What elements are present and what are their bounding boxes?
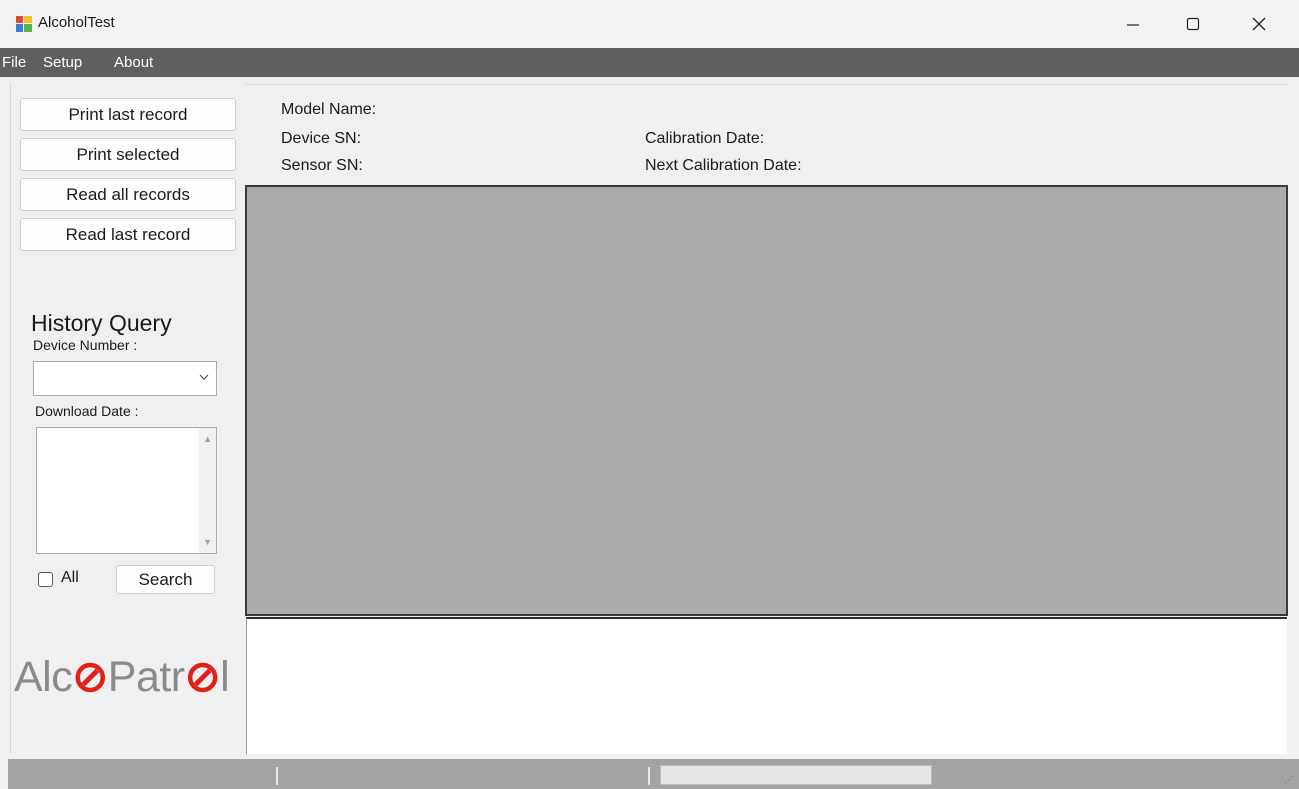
list-scrollbar[interactable]: ▲ ▼ [199,428,216,553]
records-grid[interactable] [245,185,1288,616]
minimize-button[interactable] [1110,0,1156,48]
minimize-icon [1127,24,1139,26]
maximize-icon [1186,17,1200,31]
status-bar: ⋰ [8,759,1299,789]
history-query-title: History Query [31,310,172,336]
all-checkbox[interactable] [38,572,53,587]
print-selected-button[interactable]: Print selected [20,138,236,171]
scroll-up-icon[interactable]: ▲ [203,434,212,444]
menu-file[interactable]: File [2,54,26,71]
menu-setup[interactable]: Setup [43,54,82,71]
download-date-label: Download Date : [35,403,139,419]
model-name-label: Model Name: [281,101,377,118]
alcopatrol-logo: Alc⊘Patr⊘l [14,653,230,701]
menu-bar: File Setup About [0,48,1299,77]
window-title: AlcoholTest [38,14,115,31]
resize-grip-icon[interactable]: ⋰ [1284,775,1294,786]
sensor-sn-label: Sensor SN: [281,157,363,174]
read-all-records-button[interactable]: Read all records [20,178,236,211]
all-checkbox-label: All [61,569,79,586]
print-last-record-button[interactable]: Print last record [20,98,236,131]
device-info-panel: Model Name: Device SN: Sensor SN: Calibr… [245,84,1288,185]
scroll-down-icon[interactable]: ▼ [203,537,212,547]
device-number-select[interactable] [33,361,217,396]
search-button[interactable]: Search [116,565,215,594]
device-sn-label: Device SN: [281,130,362,147]
device-number-label: Device Number : [33,337,138,353]
app-icon [16,16,32,32]
progress-bar [660,765,932,785]
calibration-date-label: Calibration Date: [645,130,765,147]
status-separator [648,767,650,785]
next-calibration-date-label: Next Calibration Date: [645,157,802,174]
title-bar: AlcoholTest [0,0,1299,48]
status-separator [276,767,278,785]
menu-about[interactable]: About [114,54,153,71]
maximize-button[interactable] [1170,0,1216,48]
close-icon [1252,17,1266,31]
app-window: AlcoholTest File Setup About Print last … [0,0,1299,789]
download-date-list[interactable]: ▲ ▼ [36,427,217,554]
close-button[interactable] [1236,0,1282,48]
output-area[interactable] [246,617,1287,754]
read-last-record-button[interactable]: Read last record [20,218,236,251]
chevron-down-icon [199,374,209,380]
left-panel: Print last record Print selected Read al… [10,82,244,754]
